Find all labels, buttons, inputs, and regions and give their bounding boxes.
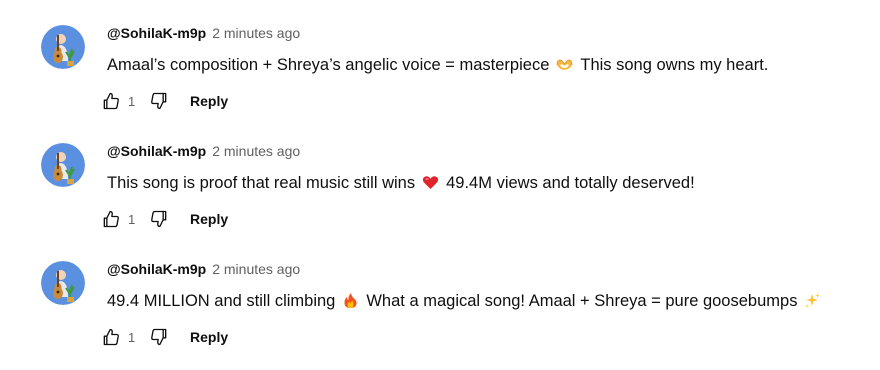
comment-header: @SohilaK-m9p 2 minutes ago bbox=[107, 25, 300, 45]
comment-text: Amaal’s composition + Shreya’s angelic v… bbox=[107, 53, 768, 77]
author-name[interactable]: @SohilaK-m9p bbox=[107, 261, 206, 277]
comment-text-part: 49.4 MILLION and still climbing bbox=[107, 292, 336, 310]
comment-text-part: What a magical song! Amaal + Shreya = pu… bbox=[366, 292, 798, 310]
comment-timestamp[interactable]: 2 minutes ago bbox=[212, 261, 300, 277]
author-name[interactable]: @SohilaK-m9p bbox=[107, 143, 206, 159]
comment-actions: 1 Reply bbox=[98, 206, 228, 232]
thumbs-down-icon bbox=[151, 328, 167, 346]
comment-header: @SohilaK-m9p 2 minutes ago bbox=[107, 261, 300, 281]
thumbs-down-icon bbox=[151, 210, 167, 228]
heart-hands-emoji-icon bbox=[556, 56, 573, 73]
comment-timestamp[interactable]: 2 minutes ago bbox=[212, 25, 300, 41]
thumbs-up-icon bbox=[103, 210, 119, 228]
red-heart-emoji-icon bbox=[422, 174, 439, 191]
comment-text-part: This song owns my heart. bbox=[580, 56, 769, 74]
reply-button[interactable]: Reply bbox=[190, 329, 228, 345]
fire-emoji-icon bbox=[342, 292, 359, 309]
sparkles-emoji-icon bbox=[804, 292, 821, 309]
dislike-button[interactable] bbox=[146, 206, 172, 232]
thumbs-up-icon bbox=[103, 92, 119, 110]
like-button[interactable] bbox=[98, 324, 124, 350]
reply-button[interactable]: Reply bbox=[190, 93, 228, 109]
comment-item: @SohilaK-m9p 2 minutes ago This song is … bbox=[0, 134, 880, 252]
dislike-button[interactable] bbox=[146, 324, 172, 350]
comment-text: 49.4 MILLION and still climbing What a ma… bbox=[107, 289, 828, 313]
like-count: 1 bbox=[128, 93, 136, 109]
comment-actions: 1 Reply bbox=[98, 88, 228, 114]
like-count: 1 bbox=[128, 211, 136, 227]
author-name[interactable]: @SohilaK-m9p bbox=[107, 25, 206, 41]
avatar-image bbox=[41, 143, 85, 187]
comment-header: @SohilaK-m9p 2 minutes ago bbox=[107, 143, 300, 163]
like-count: 1 bbox=[128, 329, 136, 345]
comment-text-part: 49.4M views and totally deserved! bbox=[446, 174, 695, 192]
dislike-button[interactable] bbox=[146, 88, 172, 114]
thumbs-up-icon bbox=[103, 328, 119, 346]
reply-button[interactable]: Reply bbox=[190, 211, 228, 227]
avatar[interactable] bbox=[41, 143, 85, 187]
avatar-image bbox=[41, 25, 85, 69]
comment-actions: 1 Reply bbox=[98, 324, 228, 350]
comment-text-part: This song is proof that real music still… bbox=[107, 174, 416, 192]
like-button[interactable] bbox=[98, 206, 124, 232]
avatar-image bbox=[41, 261, 85, 305]
comment-timestamp[interactable]: 2 minutes ago bbox=[212, 143, 300, 159]
thumbs-down-icon bbox=[151, 92, 167, 110]
comments-list: @SohilaK-m9p 2 minutes ago Amaal’s compo… bbox=[0, 0, 880, 369]
comment-text-part: Amaal’s composition + Shreya’s angelic v… bbox=[107, 56, 550, 74]
avatar[interactable] bbox=[41, 261, 85, 305]
comment-item: @SohilaK-m9p 2 minutes ago Amaal’s compo… bbox=[0, 16, 880, 134]
avatar[interactable] bbox=[41, 25, 85, 69]
like-button[interactable] bbox=[98, 88, 124, 114]
comment-text: This song is proof that real music still… bbox=[107, 171, 695, 195]
comment-item: @SohilaK-m9p 2 minutes ago 49.4 MILLION … bbox=[0, 252, 880, 370]
